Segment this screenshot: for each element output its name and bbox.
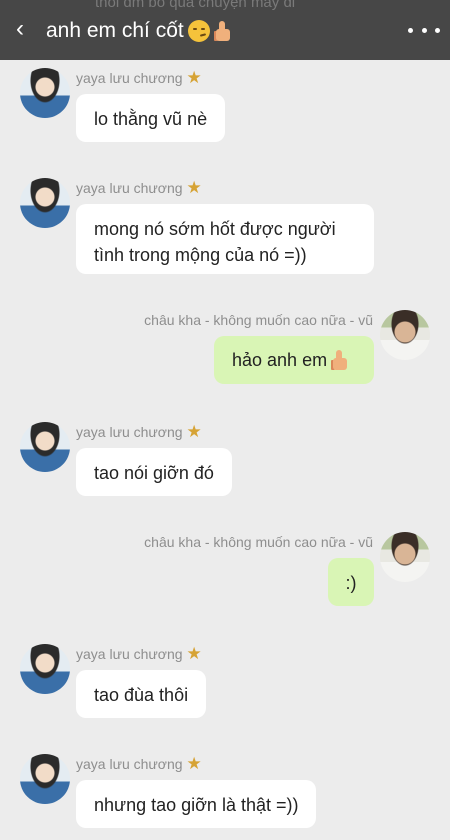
back-chevron-icon[interactable]: ‹ (8, 14, 32, 44)
message-bubble-incoming[interactable]: nhưng tao giỡn là thật =)) (76, 780, 317, 828)
thumbs-up-emoji-icon (213, 20, 232, 42)
avatar-yaya[interactable] (20, 68, 70, 118)
sender-label: yaya lưu chương (76, 646, 183, 662)
avatar-chau-kha[interactable] (380, 532, 430, 582)
message-text: nhưng tao giỡn là thật =)) (94, 795, 299, 815)
sender-name: yaya lưu chương (76, 644, 202, 664)
chat-title-group: anh em chí cốt (46, 19, 232, 43)
message-text: hảo anh em (232, 350, 328, 370)
avatar-yaya[interactable] (20, 178, 70, 228)
message-text-line: tình trong mộng của nó =)) (94, 245, 307, 265)
sender-name: yaya lưu chương (76, 422, 202, 442)
message-bubble-incoming[interactable]: mong nó sớm hốt được người tình trong mộ… (76, 204, 374, 274)
sender-name: yaya lưu chương (76, 178, 202, 198)
star-badge-icon (187, 422, 202, 442)
sender-label: yaya lưu chương (76, 756, 183, 772)
message-text: tao nói giỡn đó (94, 463, 214, 483)
avatar-yaya[interactable] (20, 754, 70, 804)
sender-label: yaya lưu chương (76, 180, 183, 196)
message-text: :) (345, 573, 357, 593)
message-text: lo thằng vũ nè (94, 109, 208, 129)
avatar-yaya[interactable] (20, 422, 70, 472)
star-badge-icon (187, 68, 202, 88)
sender-name: yaya lưu chương (76, 754, 202, 774)
thumbs-up-emoji-icon (331, 349, 349, 371)
message-bubble-outgoing[interactable]: :) (328, 558, 374, 606)
message-text: tao đùa thôi (94, 685, 189, 705)
message-bubble-incoming[interactable]: tao nói giỡn đó (76, 448, 232, 496)
chat-title: anh em chí cốt (46, 19, 184, 42)
star-badge-icon (187, 644, 202, 664)
star-badge-icon (187, 754, 202, 774)
sender-label: yaya lưu chương (76, 70, 183, 86)
avatar-chau-kha[interactable] (380, 310, 430, 360)
sender-name: yaya lưu chương (76, 68, 202, 88)
message-text-line: mong nó sớm hốt được người (94, 219, 336, 239)
message-bubble-outgoing[interactable]: hảo anh em (214, 336, 374, 384)
avatar-yaya[interactable] (20, 644, 70, 694)
sender-label: châu kha - không muốn cao nữa - vũ (144, 312, 373, 328)
message-bubble-incoming[interactable]: tao đùa thôi (76, 670, 207, 718)
message-bubble-incoming[interactable]: lo thằng vũ nè (76, 94, 226, 142)
sender-label: yaya lưu chương (76, 424, 183, 440)
sender-name: châu kha - không muốn cao nữa - vũ (144, 312, 373, 328)
star-badge-icon (187, 178, 202, 198)
sender-name: châu kha - không muốn cao nữa - vũ (144, 534, 373, 550)
ghost-previous-message: thôi dm bỏ qua chuyện mày đi (95, 0, 296, 11)
more-dots-icon[interactable] (408, 20, 440, 40)
chat-header: thôi dm bỏ qua chuyện mày đi ‹ anh em ch… (0, 0, 450, 60)
smirk-emoji-icon (187, 20, 210, 42)
sender-label: châu kha - không muốn cao nữa - vũ (144, 534, 373, 550)
